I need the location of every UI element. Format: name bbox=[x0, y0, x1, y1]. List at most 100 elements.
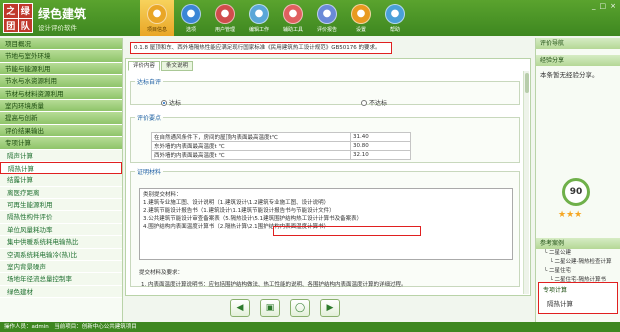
star-rating: ★★★ bbox=[558, 210, 583, 220]
save-icon: ▣ bbox=[265, 303, 275, 313]
table-row: 东外墙的内表面最高温度t ℃ 30.80 bbox=[151, 141, 411, 151]
sidebar-item[interactable]: 离医疗距离 bbox=[0, 186, 122, 200]
right-panel: 评价导航 经验分享 本条暂无经验分享。 90 ★★★ 参考案例 └ 二星公建 └… bbox=[535, 38, 620, 322]
related-calc-title: 专项计算 bbox=[543, 287, 568, 294]
score-badge: 90 bbox=[562, 178, 590, 206]
nav-label: 选项 bbox=[185, 26, 196, 33]
refresh-icon: ◯ bbox=[294, 303, 306, 313]
scrollbar[interactable] bbox=[523, 71, 529, 294]
right-panel-header: 评价导航 bbox=[536, 38, 620, 49]
next-button[interactable]: ▶ bbox=[320, 299, 340, 317]
window-controls: _ □ × bbox=[592, 2, 616, 10]
report-icon: ● bbox=[317, 3, 337, 24]
sidebar-nav: 项目概况 节地与室外环境 节能与能源利用 节水与水资源利用 节材与材料资源利用 室内环境质… bbox=[0, 38, 123, 322]
sidebar-item[interactable]: 空调系统耗电输冷(热)比 bbox=[0, 248, 122, 262]
evidence-note-title: 提交材料及要求： bbox=[139, 270, 184, 276]
row-value[interactable]: 31.40 bbox=[350, 132, 411, 142]
sidebar-item[interactable]: 隔热计算 bbox=[0, 161, 122, 175]
help-icon: ● bbox=[385, 3, 405, 24]
scroll-thumb[interactable] bbox=[525, 73, 529, 93]
edit-icon: ● bbox=[249, 3, 269, 24]
row-label: 东外墙的内表面最高温度t ℃ bbox=[151, 141, 351, 151]
evidence-textarea[interactable]: 类别提交材料： 1.建筑专业施工图、设计说明（1.建筑设计\1.2建筑专业施工图… bbox=[139, 188, 513, 260]
sidebar-category[interactable]: 评价结果输出 bbox=[0, 124, 122, 138]
nav-tool-button[interactable]: ● 辅助工具 bbox=[276, 0, 310, 36]
evaluation-panel: 评价内容 条文说明 达标自评 达标 不达标 评价要点 在自然通风条件下，房间的屋… bbox=[125, 58, 531, 296]
sidebar-item[interactable]: 可再生能源利用 bbox=[0, 199, 122, 212]
nav-help-button[interactable]: ● 帮助 bbox=[378, 0, 412, 36]
logo-char: 队 bbox=[18, 18, 32, 32]
sidebar-category[interactable]: 节能与能源利用 bbox=[0, 62, 122, 76]
tab-bar: 评价内容 条文说明 bbox=[128, 61, 194, 71]
row-label: 在自然通风条件下，房间的屋顶内表面最高温度t℃ bbox=[151, 132, 351, 142]
sidebar-category[interactable]: 节水与水资源利用 bbox=[0, 75, 122, 88]
prev-button[interactable]: ◀ bbox=[230, 299, 250, 317]
sidebar-item[interactable]: 隔热性构件评价 bbox=[0, 211, 122, 224]
sidebar-category[interactable]: 节材与材料资源利用 bbox=[0, 87, 122, 100]
row-label: 西外墙的内表面最高温度t ℃ bbox=[151, 150, 351, 160]
nav-edit-button[interactable]: ● 编辑工作 bbox=[242, 0, 276, 36]
radio-compliant[interactable]: 达标 bbox=[161, 98, 181, 107]
radio-noncompliant[interactable]: 不达标 bbox=[361, 98, 387, 107]
nav-settings-button[interactable]: ● 设置 bbox=[344, 0, 378, 36]
next-icon: ▶ bbox=[326, 303, 334, 313]
nav-label: 辅助工具 bbox=[282, 26, 303, 33]
evidence-note: 1. 内表面温度计算说明书：应包括围护结构做法、热工性能的说明、各围护结构内表面… bbox=[141, 282, 407, 288]
nav-label: 帮助 bbox=[389, 26, 400, 33]
sidebar-category[interactable]: 节地与室外环境 bbox=[0, 50, 122, 63]
sidebar-item[interactable]: 室内背景噪声 bbox=[0, 261, 122, 274]
radio-unselected-icon bbox=[361, 99, 367, 106]
radio-label: 不达标 bbox=[369, 100, 388, 107]
user-icon: ● bbox=[215, 3, 235, 24]
settings-icon: ● bbox=[351, 3, 371, 24]
sidebar-item[interactable]: 结露计算 bbox=[0, 174, 122, 187]
bottom-toolbar: ◀ ▣ ◯ ▶ bbox=[230, 299, 340, 317]
nav-label: 编辑工作 bbox=[248, 26, 269, 33]
nav-label: 用户管理 bbox=[214, 26, 235, 33]
sidebar-item[interactable]: 绿色建材 bbox=[0, 285, 122, 299]
close-icon[interactable]: × bbox=[610, 2, 616, 10]
tab-evaluation-content[interactable]: 评价内容 bbox=[128, 61, 161, 71]
compliance-group: 达标自评 达标 不达标 bbox=[130, 77, 520, 107]
reference-item[interactable]: └ 二星公建-隔热检查计算 bbox=[536, 258, 620, 267]
sidebar-category[interactable]: 提高与创新 bbox=[0, 112, 122, 125]
experience-header: 经验分享 bbox=[536, 55, 620, 66]
tab-clause-description[interactable]: 条文说明 bbox=[161, 61, 194, 71]
nav-label: 评价报告 bbox=[316, 26, 337, 33]
sidebar-category[interactable]: 项目概况 bbox=[0, 38, 122, 51]
nav-options-button[interactable]: ● 选项 bbox=[174, 0, 208, 36]
reference-header: 参考案例 bbox=[536, 238, 620, 249]
evidence-line: 1.建筑专业施工图、设计说明（1.建筑设计\1.2建筑专业施工图、设计说明） bbox=[143, 200, 330, 206]
table-row: 西外墙的内表面最高温度t ℃ 32.10 bbox=[151, 150, 411, 160]
sidebar-item[interactable]: 场地年径流总量控制率 bbox=[0, 273, 122, 286]
sidebar-item[interactable]: 单位风量耗功率 bbox=[0, 223, 122, 237]
nav-folder-button[interactable]: ● 项目信息 bbox=[140, 0, 174, 36]
reference-cases: 参考案例 └ 二星公建 └ 二星公建-隔热检查计算 └ 二星住宅 └ 二星住宅-… bbox=[536, 238, 620, 285]
app-subtitle: 设计评价软件 bbox=[38, 24, 77, 32]
indicators-group: 评价要点 在自然通风条件下，房间的屋顶内表面最高温度t℃ 31.40 东外墙的内… bbox=[130, 113, 520, 163]
sidebar-item[interactable]: 隔声计算 bbox=[0, 149, 122, 162]
nav-report-button[interactable]: ● 评价报告 bbox=[310, 0, 344, 36]
row-value[interactable]: 30.80 bbox=[350, 141, 411, 151]
evidence-line: 2.建筑节能设计报告书（1.建筑设计\1.1建筑节能设计报告书与节能设计文件） bbox=[143, 208, 335, 214]
related-calc-link[interactable]: 隔热计算 bbox=[539, 296, 617, 310]
minimize-icon[interactable]: _ bbox=[592, 2, 596, 10]
evidence-legend: 证明材料 bbox=[137, 169, 162, 176]
sidebar-item[interactable]: 集中供暖系统耗电输热比 bbox=[0, 236, 122, 249]
sidebar-category[interactable]: 专项计算 bbox=[0, 137, 122, 150]
refresh-button[interactable]: ◯ bbox=[290, 299, 310, 317]
compliance-legend: 达标自评 bbox=[137, 79, 162, 86]
nav-label: 设置 bbox=[355, 26, 366, 33]
radio-label: 达标 bbox=[169, 100, 182, 107]
reference-item[interactable]: └ 二星公建 bbox=[536, 249, 620, 258]
prev-icon: ◀ bbox=[236, 303, 244, 313]
app-logo: 之 绿 团 队 bbox=[3, 3, 33, 33]
save-button[interactable]: ▣ bbox=[260, 299, 280, 317]
experience-text: 本条暂无经验分享。 bbox=[540, 71, 599, 79]
top-nav: ● 项目信息 ● 选项 ● 用户管理 ● 编辑工作 ● 辅助工具 ● 评价报告 ● 设置 ● 帮助 bbox=[140, 0, 412, 36]
sidebar-category[interactable]: 室内环境质量 bbox=[0, 99, 122, 113]
reference-item[interactable]: └ 二星住宅 bbox=[536, 267, 620, 276]
maximize-icon[interactable]: □ bbox=[600, 2, 607, 10]
row-value[interactable]: 32.10 bbox=[350, 150, 411, 160]
nav-user-button[interactable]: ● 用户管理 bbox=[208, 0, 242, 36]
